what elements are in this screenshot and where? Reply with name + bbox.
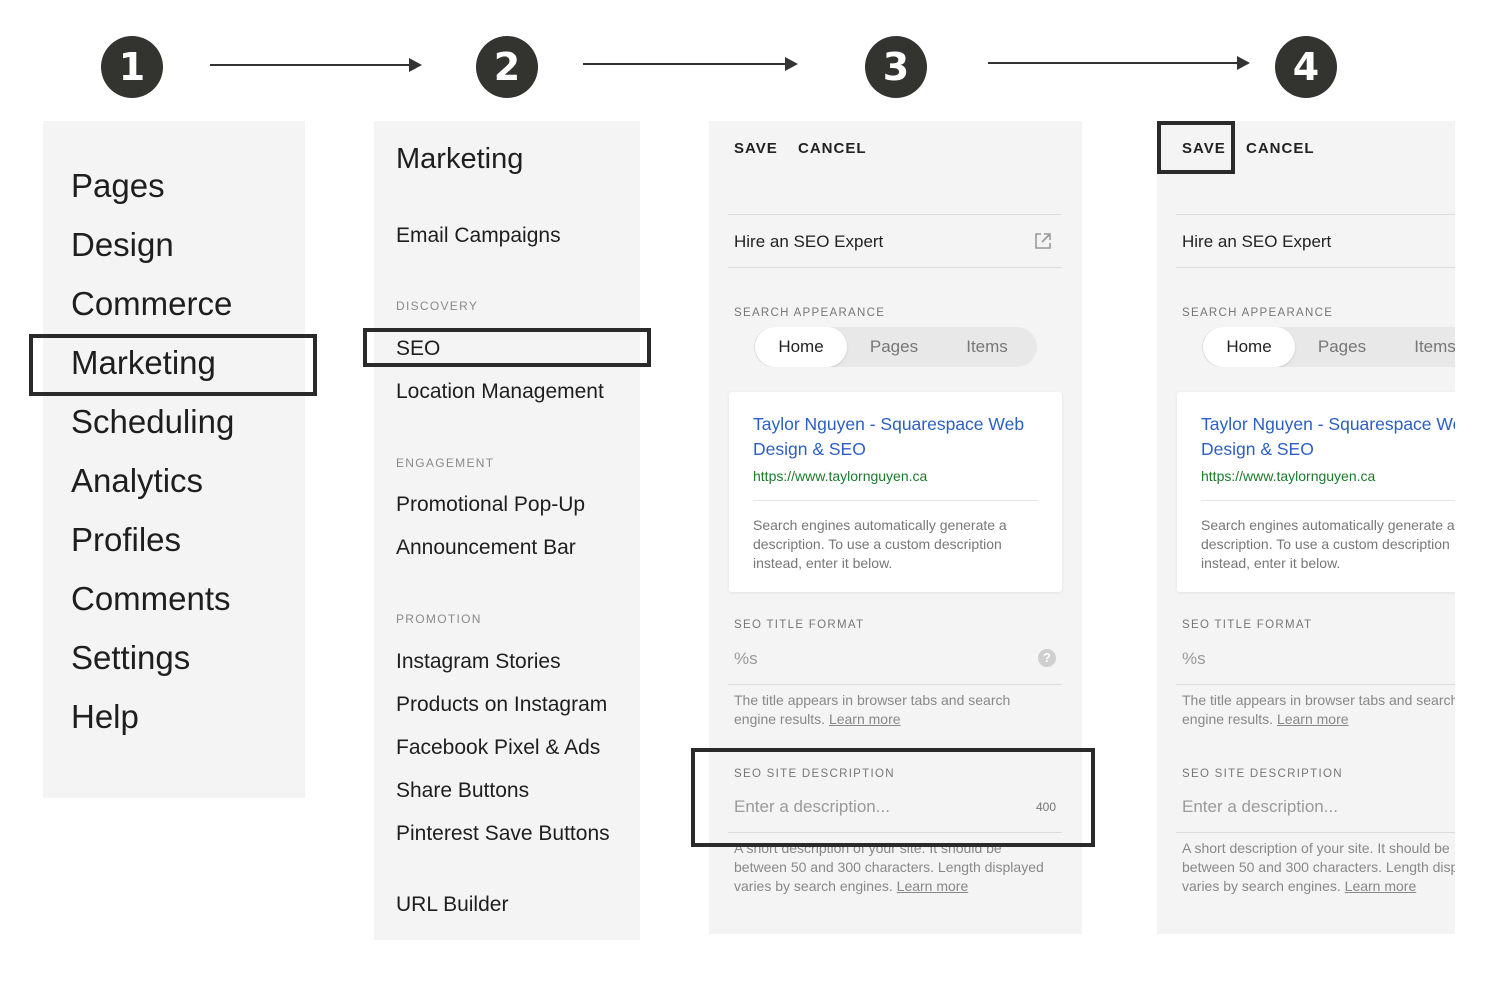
divider: [1176, 832, 1455, 833]
step-2-badge: 2: [476, 36, 538, 98]
menu-pinterest-save[interactable]: Pinterest Save Buttons: [396, 822, 610, 846]
learn-more-link[interactable]: Learn more: [1345, 878, 1417, 894]
menu-url-builder[interactable]: URL Builder: [396, 893, 508, 917]
step-number: 1: [118, 45, 146, 89]
divider: [728, 267, 1062, 268]
preview-title: Taylor Nguyen - Squarespace Web Design &…: [1201, 414, 1455, 459]
tab-home[interactable]: Home: [755, 327, 847, 367]
divider: [753, 500, 1038, 501]
tab-pages[interactable]: Pages: [1296, 327, 1388, 367]
tab-items[interactable]: Items: [1389, 327, 1455, 367]
nav-item-scheduling[interactable]: Scheduling: [71, 403, 234, 441]
preview-url: https://www.taylornguyen.ca: [1201, 468, 1376, 484]
note-text: A short description of your site. It sho…: [734, 840, 1044, 894]
tab-home[interactable]: Home: [1203, 327, 1295, 367]
seo-title-format-label: SEO TITLE FORMAT: [1182, 619, 1313, 631]
nav-item-profiles[interactable]: Profiles: [71, 521, 181, 559]
section-label-engagement: ENGAGEMENT: [396, 456, 495, 470]
external-link-icon[interactable]: [1033, 231, 1053, 251]
learn-more-link[interactable]: Learn more: [897, 878, 969, 894]
site-description-note: A short description of your site. It sho…: [1182, 839, 1455, 896]
highlight-save-button: [1157, 121, 1235, 174]
site-description-note: A short description of your site. It sho…: [734, 839, 1054, 896]
section-label-discovery: DISCOVERY: [396, 299, 479, 313]
search-preview-card: Taylor Nguyen - Squarespace Web Design &…: [1177, 392, 1455, 592]
menu-share-buttons[interactable]: Share Buttons: [396, 779, 529, 803]
preview-description: Search engines automatically generate a …: [753, 517, 1007, 571]
divider: [728, 214, 1062, 215]
nav-item-settings[interactable]: Settings: [71, 639, 190, 677]
step-1-badge: 1: [101, 36, 163, 98]
highlight-seo-site-description: [691, 748, 1095, 847]
step-number: 3: [882, 45, 910, 89]
preview-description: Search engines automatically generate a …: [1201, 517, 1455, 571]
hire-seo-expert-link[interactable]: Hire an SEO Expert: [734, 232, 883, 252]
divider: [1176, 267, 1455, 268]
seo-site-description-input[interactable]: Enter a description...: [1182, 797, 1338, 817]
section-label-promotion: PROMOTION: [396, 612, 482, 626]
divider: [1176, 214, 1455, 215]
highlight-marketing: [29, 334, 317, 396]
seo-title-format-label: SEO TITLE FORMAT: [734, 619, 865, 631]
divider: [1176, 684, 1455, 685]
cancel-button[interactable]: CANCEL: [1246, 140, 1315, 157]
menu-announcement-bar[interactable]: Announcement Bar: [396, 536, 576, 560]
seo-panel-step4: SAVE CANCEL Hire an SEO Expert SEARCH AP…: [1157, 121, 1455, 934]
search-appearance-tabs: Home Pages Items: [754, 327, 1037, 367]
learn-more-link[interactable]: Learn more: [829, 711, 901, 727]
nav-item-comments[interactable]: Comments: [71, 580, 231, 618]
hire-seo-expert-link[interactable]: Hire an SEO Expert: [1182, 232, 1331, 252]
arrow-1-to-2: [210, 58, 422, 72]
tab-pages[interactable]: Pages: [848, 327, 940, 367]
step-4-badge: 4: [1275, 36, 1337, 98]
menu-location-management[interactable]: Location Management: [396, 380, 604, 404]
learn-more-link[interactable]: Learn more: [1277, 711, 1349, 727]
step-number: 4: [1292, 45, 1320, 89]
title-format-note: The title appears in browser tabs and se…: [734, 691, 1044, 729]
preview-title: Taylor Nguyen - Squarespace Web Design &…: [753, 414, 1025, 459]
tab-items[interactable]: Items: [941, 327, 1033, 367]
seo-title-format-input[interactable]: %s: [734, 649, 758, 669]
arrow-3-to-4: [988, 56, 1250, 70]
nav-item-help[interactable]: Help: [71, 698, 139, 736]
marketing-panel: Marketing Email Campaigns DISCOVERY SEO …: [374, 121, 640, 940]
preview-url: https://www.taylornguyen.ca: [753, 468, 928, 484]
nav-item-commerce[interactable]: Commerce: [71, 285, 232, 323]
menu-instagram-stories[interactable]: Instagram Stories: [396, 650, 561, 674]
menu-products-on-instagram[interactable]: Products on Instagram: [396, 693, 607, 717]
save-button[interactable]: SAVE: [734, 140, 778, 157]
search-appearance-label: SEARCH APPEARANCE: [1182, 307, 1334, 319]
seo-site-description-label: SEO SITE DESCRIPTION: [1182, 768, 1343, 780]
panel-title: Marketing: [396, 143, 524, 175]
search-appearance-label: SEARCH APPEARANCE: [734, 307, 886, 319]
arrow-2-to-3: [583, 57, 798, 71]
main-nav-panel: Pages Design Commerce Marketing Scheduli…: [43, 121, 305, 798]
nav-item-analytics[interactable]: Analytics: [71, 462, 203, 500]
cancel-button[interactable]: CANCEL: [798, 140, 867, 157]
divider: [728, 684, 1062, 685]
nav-item-design[interactable]: Design: [71, 226, 174, 264]
menu-facebook-pixel[interactable]: Facebook Pixel & Ads: [396, 736, 600, 760]
menu-promotional-popup[interactable]: Promotional Pop-Up: [396, 493, 585, 517]
search-appearance-tabs: Home Pages Items: [1202, 327, 1455, 367]
step-number: 2: [493, 45, 521, 89]
highlight-seo: [363, 328, 651, 367]
help-icon[interactable]: ?: [1038, 649, 1056, 667]
search-preview-card: Taylor Nguyen - Squarespace Web Design &…: [729, 392, 1062, 592]
menu-email-campaigns[interactable]: Email Campaigns: [396, 224, 561, 248]
title-format-note: The title appears in browser tabs and se…: [1182, 691, 1455, 729]
divider: [1201, 500, 1455, 501]
step-3-badge: 3: [865, 36, 927, 98]
nav-item-pages[interactable]: Pages: [71, 167, 165, 205]
seo-title-format-input[interactable]: %s: [1182, 649, 1206, 669]
